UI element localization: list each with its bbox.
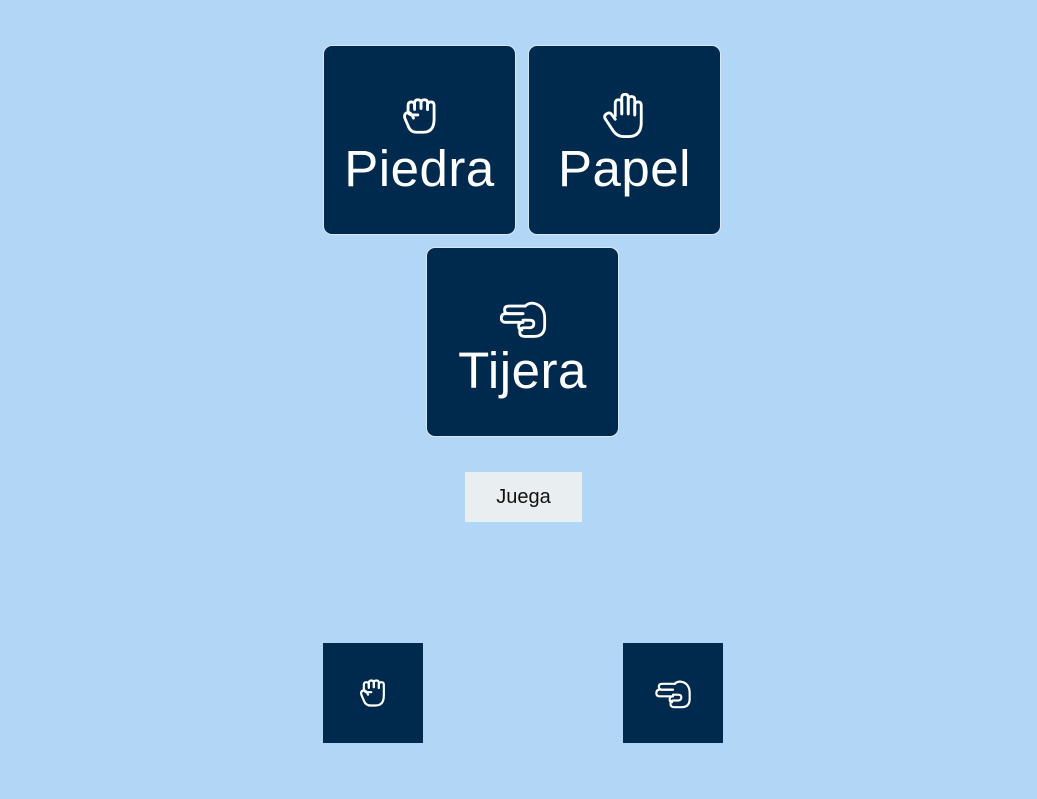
choice-papel-label: Papel — [558, 140, 691, 197]
choice-papel-button[interactable]: Papel — [528, 45, 721, 235]
computer-result — [623, 643, 723, 743]
hand-rock-icon — [402, 98, 435, 134]
player-result — [323, 643, 423, 743]
choice-tijera-button[interactable]: Tijera — [426, 247, 619, 437]
choice-piedra-label: Piedra — [344, 140, 495, 197]
choice-tijera-label: Tijera — [458, 342, 587, 399]
choice-piedra-button[interactable]: Piedra — [323, 45, 516, 235]
hand-scissors-icon — [499, 301, 546, 338]
hand-paper-icon — [602, 92, 643, 138]
play-button[interactable]: Juega — [465, 472, 582, 522]
hand-scissors-icon — [655, 680, 691, 709]
hand-rock-icon — [360, 679, 385, 707]
game-stage: Piedra Papel Tijera Juega — [0, 0, 1037, 799]
